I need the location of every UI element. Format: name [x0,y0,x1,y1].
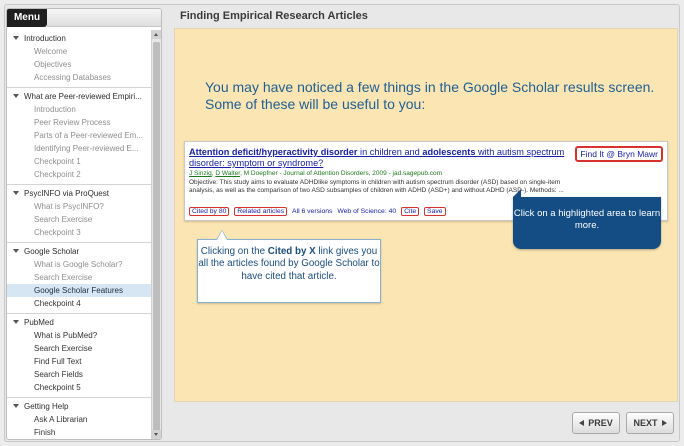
intro-line-2: Some of these will be useful to you: [205,96,426,112]
menu-section-title[interactable]: What are Peer-reviewed Empiri... [7,90,151,103]
callout-text-pre: Clicking on the [200,246,268,257]
intro-line-1: You may have noticed a few things in the… [205,79,655,95]
result-title-bold-2: adolescents [422,147,476,157]
find-it-link[interactable]: Find It @ Bryn Mawr [575,146,663,162]
intro-text: You may have noticed a few things in the… [205,79,655,113]
menu-item[interactable]: Checkpoint 5 [7,381,151,394]
next-button[interactable]: NEXT [626,412,674,434]
prev-label: PREV [588,418,613,428]
menu-item[interactable]: Accessing Databases [7,71,151,84]
collapse-caret-icon[interactable] [13,404,19,408]
authors-rest: , M Doepfner - Journal of Attention Diso… [240,170,443,177]
scroll-down-arrow-icon[interactable] [152,430,161,439]
menu-section-title[interactable]: Introduction [7,32,151,45]
result-title-link[interactable]: Attention deficit/hyperactivity disorder… [189,147,569,169]
related-articles-link[interactable]: Related articles [234,207,288,216]
menu-section-label: Getting Help [24,402,69,411]
sidebar-menu: Menu Introduction Welcome Objectives Access… [6,8,162,440]
menu-item[interactable]: Welcome [7,45,151,58]
prev-button[interactable]: PREV [572,412,620,434]
menu-section-label: PsycINFO via ProQuest [24,189,109,198]
collapse-caret-icon[interactable] [13,36,19,40]
instruction-callout: Click on a highlighted area to learn mor… [513,189,661,249]
sidebar-scrollbar[interactable] [151,30,161,439]
result-authors: J Sinzig, D Walter, M Doepfner - Journal… [189,170,442,177]
menu-list: Introduction Welcome Objectives Accessing D… [7,30,151,439]
menu-item[interactable]: Google Scholar Features [7,284,151,297]
cited-by-link[interactable]: Cited by 80 [189,207,230,216]
menu-section-title[interactable]: PubMed [7,316,151,329]
menu-item[interactable]: What is PsycINFO? [7,200,151,213]
menu-item[interactable]: What is PubMed? [7,329,151,342]
menu-section: Getting Help Ask A Librarian Finish [7,398,151,439]
menu-section: Google Scholar What is Google Scholar? Sea… [7,243,151,314]
page-title: Finding Empirical Research Articles [180,10,368,22]
author-link-2[interactable]: D Walter [215,170,240,177]
menu-section: Introduction Welcome Objectives Accessing D… [7,30,151,88]
menu-section-title[interactable]: Getting Help [7,400,151,413]
menu-section-title[interactable]: Google Scholar [7,245,151,258]
menu-item[interactable]: Find Full Text [7,355,151,368]
menu-item[interactable]: What is Google Scholar? [7,258,151,271]
menu-item[interactable]: Search Exercise [7,342,151,355]
menu-item[interactable]: Identifying Peer-reviewed E... [7,142,151,155]
menu-section-title[interactable]: PsycINFO via ProQuest [7,187,151,200]
result-title-bold-1: Attention deficit/hyperactivity disorder [189,147,358,157]
menu-item[interactable]: Checkpoint 3 [7,226,151,239]
menu-item[interactable]: Search Fields [7,368,151,381]
callout-text-bold: Cited by X [267,246,316,257]
menu-item[interactable]: Checkpoint 4 [7,297,151,310]
menu-item[interactable]: Ask A Librarian [7,413,151,426]
menu-tab[interactable]: Menu [7,9,47,27]
menu-item[interactable]: Peer Review Process [7,116,151,129]
all-versions-link[interactable]: All 6 versions [292,208,332,215]
menu-item[interactable]: Checkpoint 1 [7,155,151,168]
next-label: NEXT [633,418,658,428]
cite-link[interactable]: Cite [401,207,420,216]
collapse-caret-icon[interactable] [13,94,19,98]
menu-item[interactable]: Checkpoint 2 [7,168,151,181]
menu-item[interactable]: Finish [7,426,151,439]
menu-section-label: What are Peer-reviewed Empiri... [24,92,142,101]
menu-section: What are Peer-reviewed Empiri... Introduc… [7,88,151,185]
menu-section-label: Google Scholar [24,247,80,256]
content-stage: You may have noticed a few things in the… [174,28,678,402]
web-of-science-link[interactable]: Web of Science: 40 [337,208,396,215]
menu-item[interactable]: Parts of a Peer-reviewed Em... [7,129,151,142]
right-arrow-icon [661,420,667,426]
menu-section-label: PubMed [24,318,54,327]
menu-header-bar [47,9,161,27]
collapse-caret-icon[interactable] [13,249,19,253]
menu-item[interactable]: Introduction [7,103,151,116]
collapse-caret-icon[interactable] [13,191,19,195]
menu-item[interactable]: Search Exercise [7,271,151,284]
cited-by-callout: Clicking on the Cited by X link gives yo… [197,230,381,303]
scroll-thumb[interactable] [153,42,160,434]
menu-item[interactable]: Objectives [7,58,151,71]
callout-pointer [216,230,228,240]
result-title-text-1: in children and [357,147,423,157]
author-link-1[interactable]: J Sinzig [189,170,212,177]
collapse-caret-icon[interactable] [13,320,19,324]
left-arrow-icon [579,420,585,426]
menu-section-label: Introduction [24,34,66,43]
save-link[interactable]: Save [424,207,446,216]
menu-section: PsycINFO via ProQuest What is PsycINFO? Se… [7,185,151,243]
scroll-up-arrow-icon[interactable] [152,30,161,39]
result-links: Cited by 80 Related articles All 6 versi… [189,207,449,216]
menu-item[interactable]: Search Exercise [7,213,151,226]
menu-section: PubMed What is PubMed? Search Exercise Find… [7,314,151,398]
